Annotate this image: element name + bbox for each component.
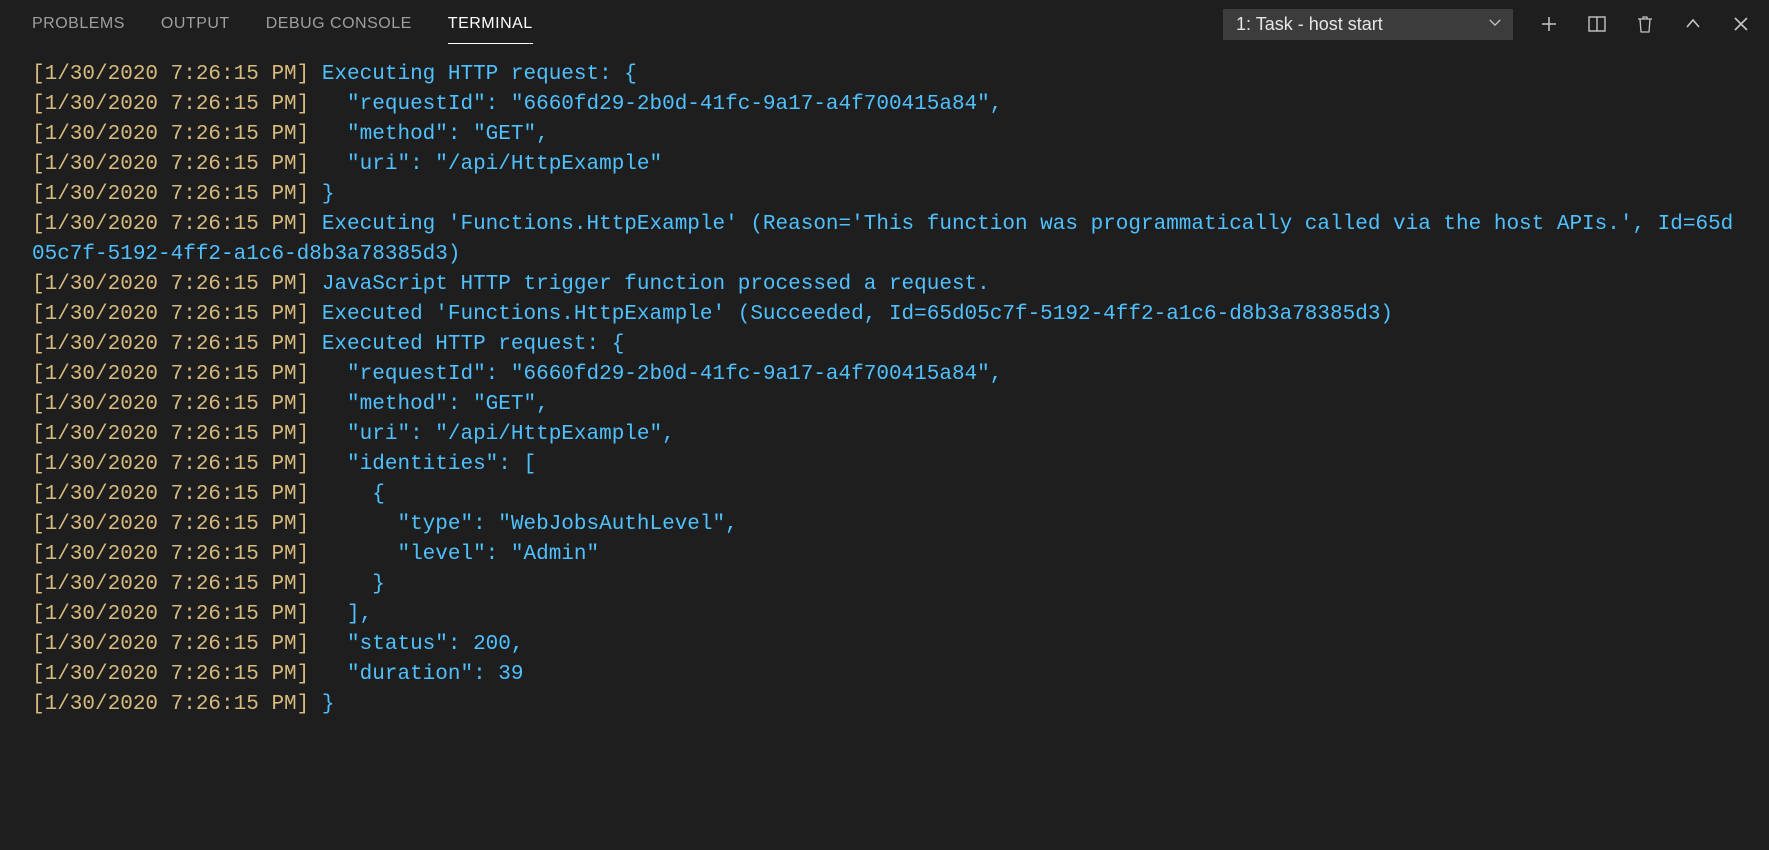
terminal-selector-label: 1: Task - host start (1236, 14, 1383, 35)
log-line: [1/30/2020 7:26:15 PM] Executing HTTP re… (32, 60, 1737, 90)
log-timestamp: [1/30/2020 7:26:15 PM] (32, 513, 309, 536)
log-timestamp: [1/30/2020 7:26:15 PM] (32, 603, 309, 626)
log-line: [1/30/2020 7:26:15 PM] "method": "GET", (32, 120, 1737, 150)
log-timestamp: [1/30/2020 7:26:15 PM] (32, 543, 309, 566)
log-timestamp: [1/30/2020 7:26:15 PM] (32, 633, 309, 656)
log-timestamp: [1/30/2020 7:26:15 PM] (32, 63, 309, 86)
close-panel-button[interactable] (1729, 12, 1753, 36)
split-terminal-button[interactable] (1585, 12, 1609, 36)
chevron-down-icon (1488, 14, 1502, 35)
log-line: [1/30/2020 7:26:15 PM] } (32, 570, 1737, 600)
log-message: "uri": "/api/HttpExample", (309, 423, 674, 446)
log-line: [1/30/2020 7:26:15 PM] } (32, 690, 1737, 720)
log-message: } (309, 573, 385, 596)
log-line: [1/30/2020 7:26:15 PM] "requestId": "666… (32, 360, 1737, 390)
log-message: "method": "GET", (309, 123, 548, 146)
log-line: [1/30/2020 7:26:15 PM] Executed 'Functio… (32, 300, 1737, 330)
log-timestamp: [1/30/2020 7:26:15 PM] (32, 453, 309, 476)
terminal-selector[interactable]: 1: Task - host start (1223, 9, 1513, 40)
maximize-panel-button[interactable] (1681, 12, 1705, 36)
log-timestamp: [1/30/2020 7:26:15 PM] (32, 423, 309, 446)
plus-icon (1539, 14, 1559, 34)
log-timestamp: [1/30/2020 7:26:15 PM] (32, 663, 309, 686)
log-timestamp: [1/30/2020 7:26:15 PM] (32, 153, 309, 176)
log-message: } (309, 183, 334, 206)
terminal-output[interactable]: [1/30/2020 7:26:15 PM] Executing HTTP re… (0, 48, 1769, 732)
log-line: [1/30/2020 7:26:15 PM] "uri": "/api/Http… (32, 420, 1737, 450)
log-timestamp: [1/30/2020 7:26:15 PM] (32, 393, 309, 416)
log-message: "method": "GET", (309, 393, 548, 416)
log-message: } (309, 693, 334, 716)
log-message: "identities": [ (309, 453, 536, 476)
kill-terminal-button[interactable] (1633, 12, 1657, 36)
log-message: "status": 200, (309, 633, 523, 656)
log-message: "uri": "/api/HttpExample" (309, 153, 662, 176)
split-panel-icon (1587, 14, 1607, 34)
log-message: Executing HTTP request: { (309, 63, 637, 86)
log-message: "level": "Admin" (309, 543, 599, 566)
log-line: [1/30/2020 7:26:15 PM] "level": "Admin" (32, 540, 1737, 570)
tab-terminal[interactable]: TERMINAL (448, 5, 533, 44)
log-line: [1/30/2020 7:26:15 PM] JavaScript HTTP t… (32, 270, 1737, 300)
log-line: [1/30/2020 7:26:15 PM] Executed HTTP req… (32, 330, 1737, 360)
tab-output[interactable]: OUTPUT (161, 5, 230, 43)
log-timestamp: [1/30/2020 7:26:15 PM] (32, 363, 309, 386)
log-timestamp: [1/30/2020 7:26:15 PM] (32, 183, 309, 206)
panel-header: PROBLEMS OUTPUT DEBUG CONSOLE TERMINAL 1… (0, 0, 1769, 48)
tab-debug-console[interactable]: DEBUG CONSOLE (266, 5, 412, 43)
trash-icon (1635, 14, 1655, 34)
close-icon (1731, 14, 1751, 34)
new-terminal-button[interactable] (1537, 12, 1561, 36)
log-message: "requestId": "6660fd29-2b0d-41fc-9a17-a4… (309, 93, 1002, 116)
log-line: [1/30/2020 7:26:15 PM] ], (32, 600, 1737, 630)
log-timestamp: [1/30/2020 7:26:15 PM] (32, 213, 309, 236)
log-line: [1/30/2020 7:26:15 PM] Executing 'Functi… (32, 210, 1737, 270)
log-timestamp: [1/30/2020 7:26:15 PM] (32, 483, 309, 506)
log-message: "type": "WebJobsAuthLevel", (309, 513, 737, 536)
log-line: [1/30/2020 7:26:15 PM] "requestId": "666… (32, 90, 1737, 120)
log-line: [1/30/2020 7:26:15 PM] "type": "WebJobsA… (32, 510, 1737, 540)
log-message: JavaScript HTTP trigger function process… (309, 273, 990, 296)
log-timestamp: [1/30/2020 7:26:15 PM] (32, 93, 309, 116)
log-line: [1/30/2020 7:26:15 PM] "uri": "/api/Http… (32, 150, 1737, 180)
log-timestamp: [1/30/2020 7:26:15 PM] (32, 573, 309, 596)
log-line: [1/30/2020 7:26:15 PM] } (32, 180, 1737, 210)
log-line: [1/30/2020 7:26:15 PM] { (32, 480, 1737, 510)
log-timestamp: [1/30/2020 7:26:15 PM] (32, 303, 309, 326)
log-timestamp: [1/30/2020 7:26:15 PM] (32, 333, 309, 356)
log-timestamp: [1/30/2020 7:26:15 PM] (32, 123, 309, 146)
log-timestamp: [1/30/2020 7:26:15 PM] (32, 273, 309, 296)
log-message: { (309, 483, 385, 506)
log-line: [1/30/2020 7:26:15 PM] "duration": 39 (32, 660, 1737, 690)
log-message: ], (309, 603, 372, 626)
tab-problems[interactable]: PROBLEMS (32, 5, 125, 43)
log-message: "duration": 39 (309, 663, 523, 686)
log-message: Executed HTTP request: { (309, 333, 624, 356)
log-message: "requestId": "6660fd29-2b0d-41fc-9a17-a4… (309, 363, 1002, 386)
log-message: Executed 'Functions.HttpExample' (Succee… (309, 303, 1393, 326)
log-timestamp: [1/30/2020 7:26:15 PM] (32, 693, 309, 716)
chevron-up-icon (1683, 14, 1703, 34)
terminal-controls: 1: Task - host start (1223, 9, 1753, 40)
log-line: [1/30/2020 7:26:15 PM] "status": 200, (32, 630, 1737, 660)
panel-tabs: PROBLEMS OUTPUT DEBUG CONSOLE TERMINAL (32, 5, 1223, 44)
log-line: [1/30/2020 7:26:15 PM] "method": "GET", (32, 390, 1737, 420)
log-line: [1/30/2020 7:26:15 PM] "identities": [ (32, 450, 1737, 480)
